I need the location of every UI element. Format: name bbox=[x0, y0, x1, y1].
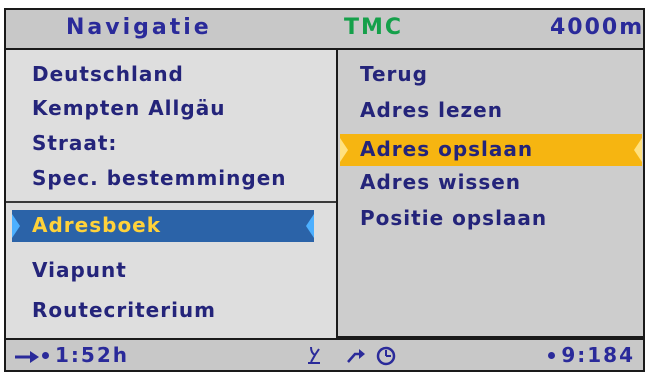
clock-value: 9:184 bbox=[561, 343, 635, 367]
route-icon bbox=[347, 349, 365, 363]
nav-screen: Navigatie TMC 4000m Deutschland Kempten … bbox=[4, 8, 645, 372]
clock-icon bbox=[376, 346, 396, 366]
submenu-item-save-address-selected[interactable]: Adres opslaan bbox=[340, 134, 642, 166]
header-title: Navigatie bbox=[66, 15, 212, 40]
menu-item-waypoint[interactable]: Viapunt bbox=[32, 258, 127, 282]
submenu-item-save-address-label: Adres opslaan bbox=[360, 137, 534, 161]
submenu-item-save-position[interactable]: Positie opslaan bbox=[360, 206, 547, 230]
eta-display: 1:52h bbox=[14, 343, 129, 367]
arrow-right-icon bbox=[15, 350, 39, 363]
menu-item-route-criterion[interactable]: Routecriterium bbox=[32, 298, 216, 322]
pin-icon bbox=[308, 346, 320, 364]
header-bar: Navigatie TMC 4000m bbox=[6, 10, 643, 50]
main-menu: Deutschland Kempten Allgäu Straat: Spec.… bbox=[6, 50, 336, 338]
menu-item-address-book-label: Adresboek bbox=[32, 213, 162, 237]
submenu-item-back[interactable]: Terug bbox=[360, 62, 428, 86]
tmc-indicator: TMC bbox=[344, 15, 404, 40]
eta-value: 1:52h bbox=[55, 343, 129, 367]
menu-item-street[interactable]: Straat: bbox=[32, 131, 117, 155]
menu-item-address-book-selected[interactable]: Adresboek bbox=[12, 210, 314, 242]
bullet-dot bbox=[42, 351, 49, 359]
bullet-dot bbox=[548, 351, 556, 359]
submenu-item-read-address[interactable]: Adres lezen bbox=[360, 98, 503, 122]
menu-item-city[interactable]: Kempten Allgäu bbox=[32, 96, 225, 120]
status-bar: 1:52h 9:184 bbox=[6, 338, 643, 370]
status-icons bbox=[306, 344, 396, 371]
menu-item-country[interactable]: Deutschland bbox=[32, 62, 184, 86]
submenu: Terug Adres lezen Adres opslaan Adres wi… bbox=[336, 50, 643, 338]
clock-display: 9:184 bbox=[546, 343, 635, 367]
menu-divider bbox=[6, 201, 336, 203]
submenu-item-delete-address[interactable]: Adres wissen bbox=[360, 170, 521, 194]
distance-readout: 4000m bbox=[550, 15, 645, 40]
menu-item-special-destinations[interactable]: Spec. bestemmingen bbox=[32, 166, 287, 190]
